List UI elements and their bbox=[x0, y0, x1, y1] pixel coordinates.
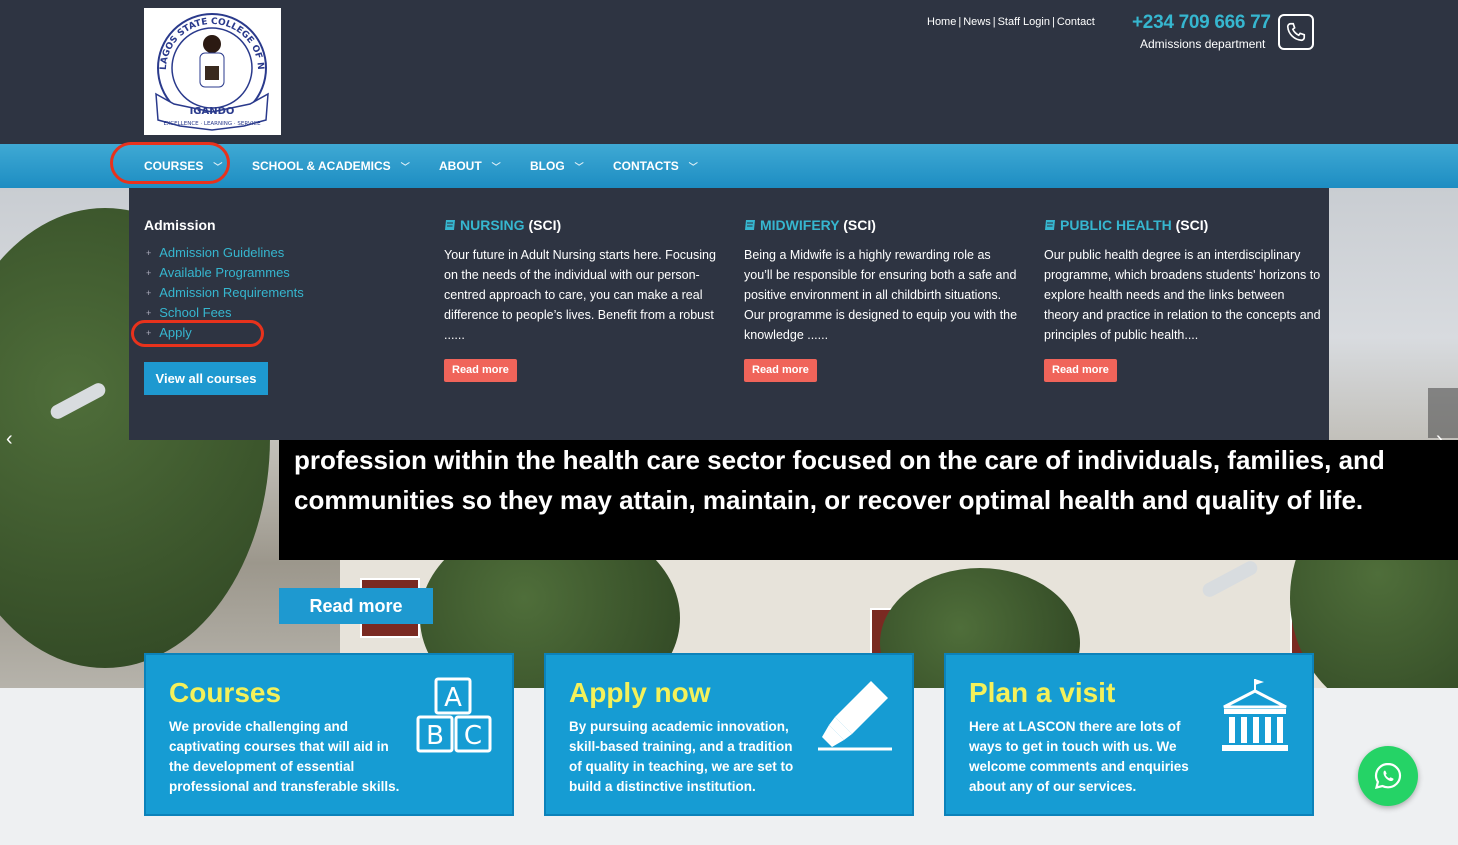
card-title: Plan a visit bbox=[969, 677, 1116, 708]
book-icon bbox=[1045, 220, 1055, 230]
view-all-courses-button[interactable]: View all courses bbox=[144, 362, 268, 395]
card-courses[interactable]: Courses We provide challenging and capti… bbox=[144, 653, 514, 816]
institution-icon bbox=[1222, 679, 1288, 751]
read-more-button[interactable]: Read more bbox=[444, 359, 517, 382]
nav-blog[interactable]: BLOG ﹀ bbox=[530, 144, 584, 188]
course-column-midwifery: MIDWIFERY (SCI) Being a Midwife is a hig… bbox=[744, 217, 1019, 382]
course-title[interactable]: NURSING (SCI) bbox=[444, 217, 719, 233]
top-links: Home | News | Staff Login | Contact bbox=[927, 16, 1095, 28]
slide-caption: profession within the health care sector… bbox=[279, 440, 1458, 560]
course-description: Our public health degree is an interdisc… bbox=[1044, 248, 1321, 342]
whatsapp-icon bbox=[1374, 762, 1402, 790]
card-apply-now[interactable]: Apply now By pursuing academic innovatio… bbox=[544, 653, 914, 816]
svg-text:B: B bbox=[426, 721, 444, 751]
nav-school-academics[interactable]: SCHOOL & ACADEMICS ﹀ bbox=[252, 144, 410, 188]
slider-next-button[interactable] bbox=[1428, 388, 1458, 438]
top-link-staff-login[interactable]: Staff Login bbox=[998, 16, 1050, 28]
site-header: LAGOS STATE COLLEGE OF NURSING IGANDO EX… bbox=[0, 0, 1458, 144]
read-more-button[interactable]: Read more bbox=[1044, 359, 1117, 382]
top-link-home[interactable]: Home bbox=[927, 16, 956, 28]
admission-link-requirements[interactable]: + Admission Requirements bbox=[146, 283, 304, 303]
card-text: Here at LASCON there are lots of ways to… bbox=[969, 719, 1189, 794]
chevron-down-icon: ﹀ bbox=[574, 162, 584, 172]
phone-subtitle: Admissions department bbox=[1140, 37, 1266, 51]
card-text: By pursuing academic innovation, skill-b… bbox=[569, 719, 794, 794]
top-link-news[interactable]: News bbox=[963, 16, 991, 28]
chevron-down-icon: ﹀ bbox=[491, 162, 501, 172]
card-plan-visit[interactable]: Plan a visit Here at LASCON there are lo… bbox=[944, 653, 1314, 816]
svg-text:C: C bbox=[464, 721, 482, 751]
hero-read-more-button[interactable]: Read more bbox=[279, 588, 433, 624]
admission-link-programmes[interactable]: + Available Programmes bbox=[146, 263, 304, 283]
plus-icon: + bbox=[146, 288, 152, 298]
abc-blocks-icon: A B C bbox=[416, 677, 492, 753]
course-title[interactable]: PUBLIC HEALTH (SCI) bbox=[1044, 217, 1322, 233]
card-title: Apply now bbox=[569, 677, 711, 708]
plus-icon: + bbox=[146, 308, 152, 318]
top-link-contact[interactable]: Contact bbox=[1057, 16, 1095, 28]
college-logo[interactable]: LAGOS STATE COLLEGE OF NURSING IGANDO EX… bbox=[140, 1, 281, 135]
plus-icon: + bbox=[146, 268, 152, 278]
chevron-down-icon: ﹀ bbox=[688, 162, 698, 172]
chevron-down-icon: ﹀ bbox=[400, 162, 410, 172]
phone-number[interactable]: +234 709 666 77 bbox=[1132, 12, 1271, 34]
book-icon bbox=[745, 220, 755, 230]
read-more-button[interactable]: Read more bbox=[744, 359, 817, 382]
whatsapp-chat-button[interactable] bbox=[1358, 746, 1418, 806]
chevron-left-icon[interactable]: ‹ bbox=[6, 428, 13, 451]
card-text: We provide challenging and captivating c… bbox=[169, 719, 400, 794]
highlight-circle-courses bbox=[110, 142, 230, 184]
highlighter-icon bbox=[818, 681, 892, 751]
svg-text:EXCELLENCE · LEARNING · SERVIC: EXCELLENCE · LEARNING · SERVICE bbox=[163, 121, 261, 127]
phone-icon[interactable] bbox=[1278, 14, 1314, 50]
svg-text:IGANDO: IGANDO bbox=[190, 106, 235, 117]
course-description: Your future in Adult Nursing starts here… bbox=[444, 248, 716, 342]
card-title: Courses bbox=[169, 677, 282, 708]
course-column-public-health: PUBLIC HEALTH (SCI) Our public health de… bbox=[1044, 217, 1322, 382]
course-title[interactable]: MIDWIFERY (SCI) bbox=[744, 217, 1019, 233]
course-description: Being a Midwife is a highly rewarding ro… bbox=[744, 248, 1018, 342]
admission-title: Admission bbox=[144, 217, 216, 233]
admission-link-guidelines[interactable]: + Admission Guidelines bbox=[146, 243, 304, 263]
course-column-nursing: NURSING (SCI) Your future in Adult Nursi… bbox=[444, 217, 719, 382]
nav-contacts[interactable]: CONTACTS ﹀ bbox=[613, 144, 698, 188]
nav-about[interactable]: ABOUT ﹀ bbox=[439, 144, 501, 188]
svg-text:A: A bbox=[444, 683, 462, 713]
highlight-circle-apply bbox=[131, 320, 264, 347]
book-icon bbox=[445, 220, 455, 230]
plus-icon: + bbox=[146, 248, 152, 258]
